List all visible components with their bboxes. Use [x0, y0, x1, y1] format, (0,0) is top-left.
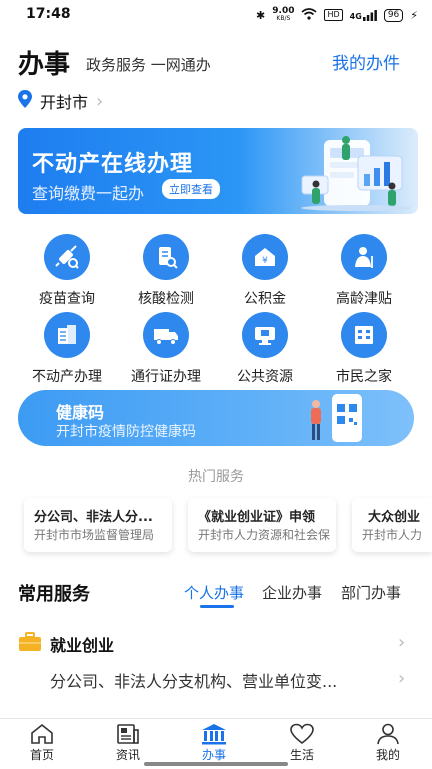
service-label: 核酸检测	[138, 291, 194, 307]
hot-service-dept: 开封市市场监督管理局	[34, 528, 155, 542]
qr-phone-illustration	[302, 390, 372, 446]
active-tab-indicator	[200, 605, 234, 608]
service-label: 通行证办理	[131, 369, 201, 385]
network-speed: 9.00 KB/S	[272, 6, 295, 23]
hot-service-card[interactable]: 大众创业 开封市人力	[352, 498, 432, 552]
city-selector[interactable]: 开封市 ›	[18, 89, 103, 113]
hot-service-title: 《就业创业证》申领	[198, 510, 316, 525]
hot-service-dept: 开封市人力资源和社会保	[198, 528, 331, 542]
nav-life[interactable]: 生活	[272, 723, 332, 763]
service-label: 公共资源	[237, 369, 293, 385]
status-time: 17:48	[26, 6, 71, 22]
tab-personal[interactable]: 个人办事	[184, 582, 244, 603]
common-services-title: 常用服务	[18, 584, 90, 605]
banner-title: 不动产在线办理	[32, 152, 194, 177]
heart-icon	[272, 723, 332, 745]
nav-mine[interactable]: 我的	[358, 723, 418, 763]
banner-view-button[interactable]: 立即查看	[162, 179, 220, 199]
banner-illustration	[296, 134, 416, 214]
service-list-item[interactable]: 分公司、非法人分支机构、营业单位变...	[50, 668, 337, 692]
service-label: 高龄津贴	[336, 291, 392, 307]
house-fund-icon: ¥	[242, 234, 288, 280]
tab-enterprise[interactable]: 企业办事	[262, 582, 322, 603]
nav-label: 办事	[201, 748, 226, 762]
service-housing-fund[interactable]: ¥ 公积金	[215, 234, 315, 308]
service-nucleic-test[interactable]: 核酸检测	[116, 234, 216, 308]
banner-subtitle: 查询缴费一起办	[32, 184, 145, 203]
tab-department[interactable]: 部门办事	[341, 582, 401, 603]
item-chevron-icon: ›	[398, 668, 406, 689]
health-code-subtitle: 开封市疫情防控健康码	[56, 424, 196, 440]
charging-icon: ⚡	[410, 8, 418, 22]
city-hall-icon	[341, 312, 387, 358]
test-tube-icon	[143, 234, 189, 280]
truck-icon	[143, 312, 189, 358]
computer-icon	[242, 312, 288, 358]
health-code-banner[interactable]: 健康码 开封市疫情防控健康码	[18, 390, 414, 446]
home-icon	[12, 723, 72, 745]
service-label: 不动产办理	[32, 369, 102, 385]
elderly-icon	[341, 234, 387, 280]
page-title: 办事	[18, 50, 71, 80]
signal-icon: 4G	[350, 9, 377, 21]
hot-services-title: 热门服务	[188, 469, 244, 485]
service-vaccine-query[interactable]: 疫苗查询	[17, 234, 117, 308]
hot-service-dept: 开封市人力	[362, 528, 423, 542]
nav-news[interactable]: 资讯	[98, 723, 158, 763]
city-name: 开封市	[40, 93, 89, 112]
battery-indicator: 96	[383, 8, 404, 22]
service-label: 公积金	[244, 291, 286, 307]
service-pass-permit[interactable]: 通行证办理	[116, 312, 216, 386]
bank-icon	[184, 723, 244, 745]
home-indicator[interactable]	[144, 762, 288, 766]
my-tasks-link[interactable]: 我的办件	[332, 49, 400, 74]
hot-service-title: 分公司、非法人分...	[34, 510, 153, 525]
service-real-estate[interactable]: 不动产办理	[17, 312, 117, 386]
hot-service-card[interactable]: 《就业创业证》申领 开封市人力资源和社会保	[188, 498, 336, 552]
category-chevron-icon[interactable]: ›	[398, 632, 405, 653]
service-elderly-allowance[interactable]: 高龄津贴	[314, 234, 414, 308]
category-header[interactable]: 就业创业	[18, 632, 114, 656]
status-icons: ✱ 9.00 KB/S HD 4G 96 ⚡	[256, 7, 418, 23]
service-label: 疫苗查询	[39, 291, 95, 307]
syringe-icon	[44, 234, 90, 280]
service-label: 市民之家	[336, 369, 392, 385]
nav-label: 生活	[289, 748, 314, 762]
status-bar: 17:48 ✱ 9.00 KB/S HD 4G 96 ⚡	[0, 0, 432, 30]
page-subtitle: 政务服务 一网通办	[86, 56, 211, 74]
location-pin-icon	[18, 90, 32, 112]
user-icon	[358, 723, 418, 745]
briefcase-icon	[18, 632, 42, 656]
bluetooth-icon: ✱	[256, 8, 266, 22]
promo-banner[interactable]: 不动产在线办理 查询缴费一起办 立即查看	[18, 128, 418, 214]
chevron-right-icon: ›	[96, 90, 104, 112]
nav-home[interactable]: 首页	[12, 723, 72, 763]
health-code-title: 健康码	[56, 403, 105, 422]
svg-text:¥: ¥	[262, 256, 268, 266]
hot-service-card[interactable]: 分公司、非法人分... 开封市市场监督管理局	[24, 498, 172, 552]
nav-label: 资讯	[115, 748, 140, 762]
hd-badge: HD	[324, 9, 343, 21]
category-name: 就业创业	[50, 636, 115, 655]
nav-label: 首页	[29, 748, 54, 762]
news-icon	[98, 723, 158, 745]
building-doc-icon	[44, 312, 90, 358]
hot-service-title: 大众创业	[368, 510, 421, 525]
nav-label: 我的	[375, 748, 400, 762]
service-public-resources[interactable]: 公共资源	[215, 312, 315, 386]
service-citizen-home[interactable]: 市民之家	[314, 312, 414, 386]
wifi-icon	[301, 7, 318, 23]
nav-affairs[interactable]: 办事	[184, 723, 244, 763]
